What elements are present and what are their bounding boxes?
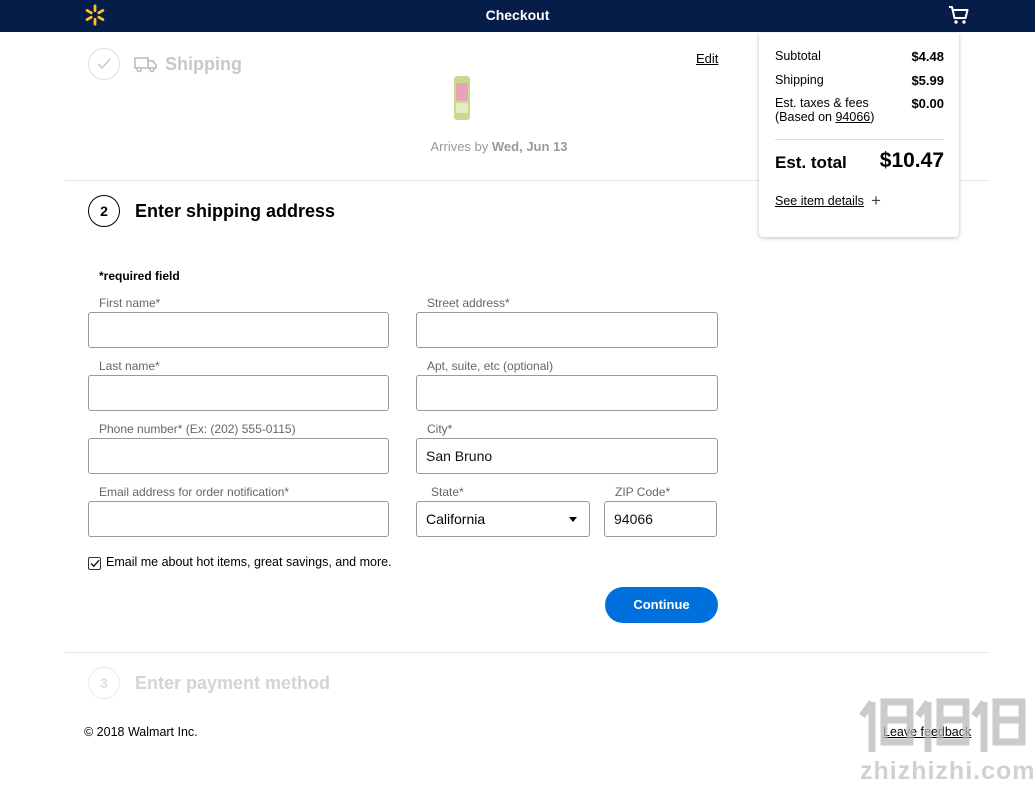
shipping-value: $5.99 — [911, 73, 944, 88]
zip-label: ZIP Code* — [615, 485, 671, 499]
taxes-value: $0.00 — [911, 96, 944, 111]
apt-label: Apt, suite, etc (optional) — [427, 359, 554, 373]
order-summary-card: Subtotal $4.48 Shipping $5.99 Est. taxes… — [759, 33, 959, 237]
email-opt-in-label: Email me about hot items, great savings,… — [106, 555, 392, 569]
based-on-row: (Based on 94066) — [775, 110, 944, 124]
step1-title: Shipping — [165, 54, 242, 74]
section-divider — [65, 652, 988, 653]
continue-button[interactable]: Continue — [605, 587, 718, 623]
step3-title: Enter payment method — [135, 673, 331, 693]
based-on-suffix: ) — [870, 110, 875, 124]
phone-input[interactable] — [88, 438, 389, 474]
summary-divider — [775, 139, 944, 140]
subtotal-label: Subtotal — [775, 49, 821, 63]
state-select[interactable]: California — [416, 501, 590, 537]
email-label: Email address for order notification* — [99, 485, 290, 499]
step1-complete-badge — [88, 48, 120, 80]
chevron-down-icon — [569, 517, 577, 522]
shipping-row: Shipping $5.99 — [775, 73, 944, 88]
first-name-input[interactable] — [88, 312, 389, 348]
last-name-label: Last name* — [99, 359, 160, 373]
city-label: City* — [427, 422, 453, 436]
truck-icon — [134, 57, 157, 73]
plus-icon[interactable]: + — [871, 191, 881, 211]
subtotal-value: $4.48 — [911, 49, 944, 64]
email-opt-in-checkbox[interactable] — [88, 557, 101, 570]
copyright-text: © 2018 Walmart Inc. — [84, 725, 198, 739]
product-thumbnail[interactable] — [452, 75, 472, 121]
email-input[interactable] — [88, 501, 389, 537]
page-title: Checkout — [485, 7, 550, 23]
watermark-text: zhizhizhi.com — [860, 757, 1035, 785]
taxes-row: Est. taxes & fees $0.00 — [775, 96, 944, 111]
last-name-input[interactable] — [88, 375, 389, 411]
cart-icon[interactable] — [948, 5, 970, 25]
step2-title: Enter shipping address — [135, 201, 336, 221]
taxes-label: Est. taxes & fees — [775, 96, 869, 110]
zip-input[interactable] — [604, 501, 717, 537]
arrives-prefix: Arrives by — [430, 139, 492, 154]
checkmark-icon — [97, 58, 111, 70]
state-label: State* — [431, 485, 464, 499]
step2-number-badge: 2 — [88, 195, 120, 227]
subtotal-row: Subtotal $4.48 — [775, 49, 944, 64]
shipping-label: Shipping — [775, 73, 824, 87]
tax-zip-link[interactable]: 94066 — [835, 110, 870, 124]
state-selected-value: California — [426, 511, 486, 527]
based-on-prefix: (Based on — [775, 110, 836, 124]
first-name-label: First name* — [99, 296, 161, 310]
street-address-label: Street address* — [427, 296, 510, 310]
see-item-details-link[interactable]: See item details — [775, 194, 864, 208]
required-field-note: *required field — [99, 269, 180, 283]
street-address-input[interactable] — [416, 312, 718, 348]
edit-shipping-link[interactable]: Edit — [696, 51, 718, 66]
phone-label: Phone number* (Ex: (202) 555-0115) — [99, 422, 296, 436]
top-header-bar: Checkout — [0, 0, 1035, 32]
est-total-label: Est. total — [775, 153, 847, 172]
checkmark-icon — [90, 559, 100, 568]
step3-number-badge: 3 — [88, 667, 120, 699]
arrives-date: Wed, Jun 13 — [491, 139, 568, 154]
est-total-value: $10.47 — [879, 149, 944, 172]
city-input[interactable] — [416, 438, 718, 474]
apt-input[interactable] — [416, 375, 718, 411]
